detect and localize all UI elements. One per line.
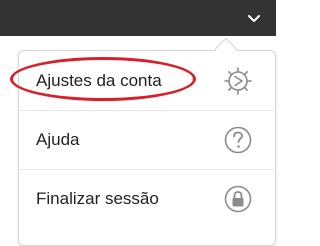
lock-icon <box>224 185 252 213</box>
menu-item-label: Ajustes da conta <box>36 71 162 90</box>
menu-item-label: Finalizar sessão <box>36 189 159 208</box>
menu-item-account-settings[interactable]: Ajustes da conta <box>18 52 276 110</box>
help-icon <box>224 126 252 154</box>
gear-icon <box>224 67 252 95</box>
menu-item-help[interactable]: Ajuda <box>18 111 276 169</box>
menu-item-sign-out[interactable]: Finalizar sessão <box>18 170 276 228</box>
chevron-down-icon[interactable] <box>246 10 262 26</box>
menu-item-label: Ajuda <box>36 130 80 149</box>
top-bar <box>0 0 276 36</box>
